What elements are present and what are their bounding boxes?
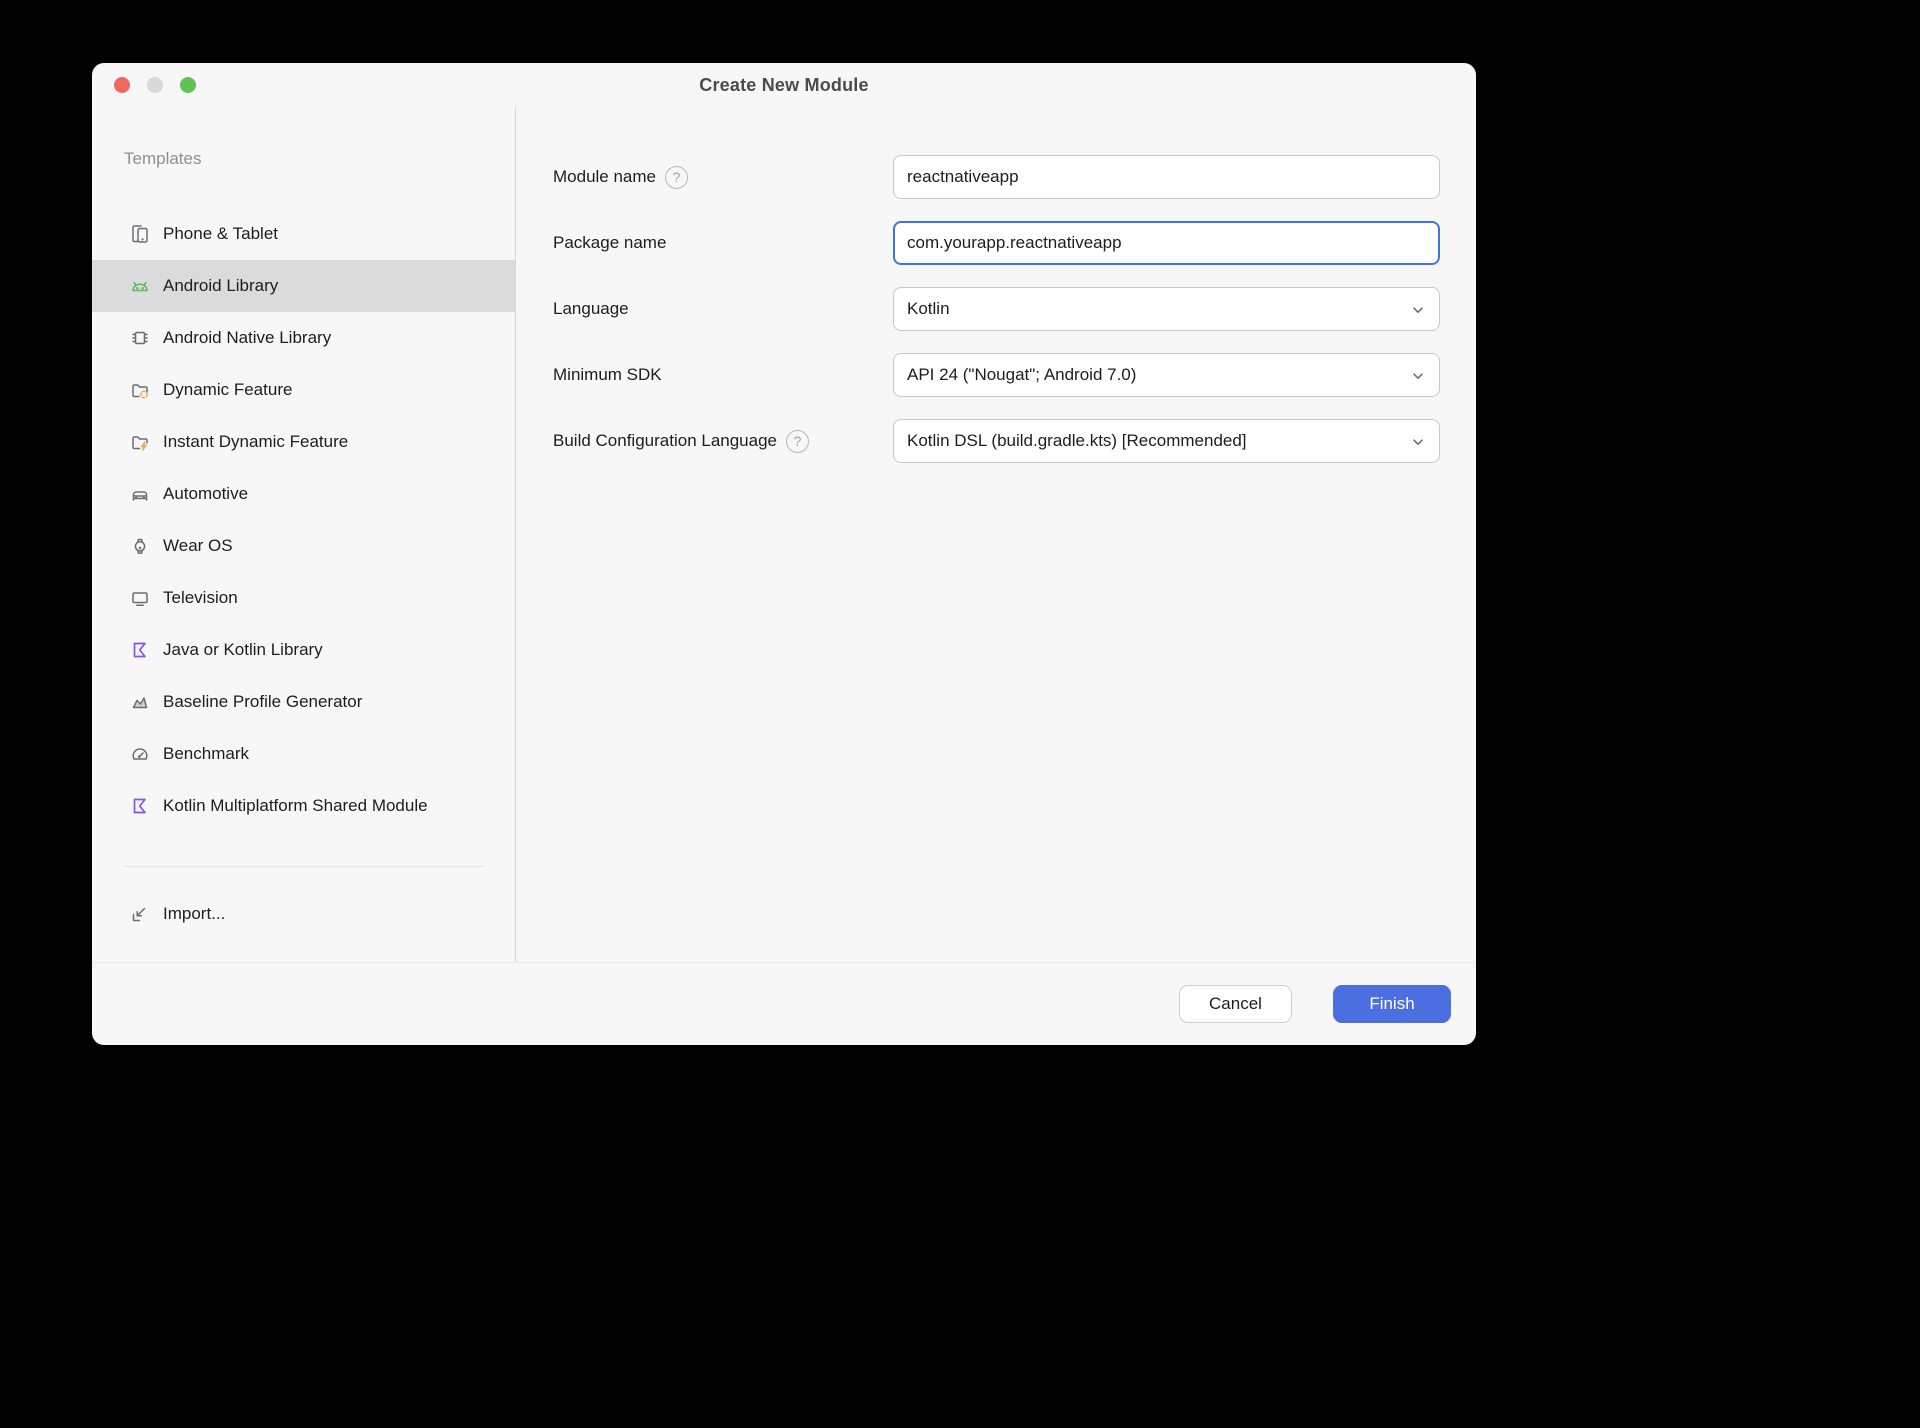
sidebar-divider (124, 866, 485, 867)
import-label: Import... (163, 904, 225, 924)
template-item-label: Java or Kotlin Library (163, 640, 323, 660)
template-item-dynamic-feature[interactable]: Dynamic Feature (92, 364, 515, 416)
kotlin-icon (130, 796, 150, 816)
module-name-input[interactable] (893, 155, 1440, 199)
template-item-label: Baseline Profile Generator (163, 692, 362, 712)
dialog-title: Create New Module (92, 63, 1476, 107)
template-item-label: Automotive (163, 484, 248, 504)
package-name-row: Package name (553, 221, 1476, 265)
folder-bolt-icon (130, 432, 150, 452)
cancel-button[interactable]: Cancel (1179, 985, 1292, 1023)
template-item-television[interactable]: Television (92, 572, 515, 624)
package-name-input[interactable] (893, 221, 1440, 265)
template-item-baseline-profile-generator[interactable]: Baseline Profile Generator (92, 676, 515, 728)
template-item-label: Benchmark (163, 744, 249, 764)
module-name-row: Module name (553, 155, 1476, 199)
title-bar: Create New Module (92, 63, 1476, 107)
folder-dashed-circle-icon (130, 380, 150, 400)
build-config-selected-value: Kotlin DSL (build.gradle.kts) [Recommend… (907, 431, 1247, 451)
build-config-language-label: Build Configuration Language (553, 431, 777, 451)
android-icon (130, 276, 150, 296)
template-item-label: Dynamic Feature (163, 380, 292, 400)
language-label: Language (553, 299, 629, 319)
template-item-label: Android Native Library (163, 328, 331, 348)
template-item-kotlin-multiplatform-shared-module[interactable]: Kotlin Multiplatform Shared Module (92, 780, 515, 832)
finish-button[interactable]: Finish (1333, 985, 1451, 1023)
template-item-benchmark[interactable]: Benchmark (92, 728, 515, 780)
car-icon (130, 484, 150, 504)
minimum-sdk-row: Minimum SDK API 24 ("Nougat"; Android 7.… (553, 353, 1476, 397)
language-selected-value: Kotlin (907, 299, 950, 319)
chevron-down-icon (1410, 434, 1426, 450)
kotlin-icon (130, 640, 150, 660)
templates-sidebar: Templates Phone & Tablet (92, 107, 516, 962)
chevron-down-icon (1410, 302, 1426, 318)
template-item-label: Phone & Tablet (163, 224, 278, 244)
chevron-down-icon (1410, 368, 1426, 384)
dialog-footer: Cancel Finish (92, 962, 1476, 1045)
template-item-wear-os[interactable]: Wear OS (92, 520, 515, 572)
module-form: Module name Package name Language Kotlin (516, 107, 1476, 962)
template-item-label: Instant Dynamic Feature (163, 432, 348, 452)
template-item-label: Wear OS (163, 536, 233, 556)
build-config-language-dropdown[interactable]: Kotlin DSL (build.gradle.kts) [Recommend… (893, 419, 1440, 463)
template-item-label: Television (163, 588, 238, 608)
phone-tablet-icon (130, 224, 150, 244)
templates-section-label: Templates (124, 149, 515, 171)
template-item-android-library[interactable]: Android Library (92, 260, 515, 312)
build-config-language-row: Build Configuration Language Kotlin DSL … (553, 419, 1476, 463)
chip-icon (130, 328, 150, 348)
template-item-label: Kotlin Multiplatform Shared Module (163, 796, 428, 816)
template-item-label: Android Library (163, 276, 278, 296)
template-item-android-native-library[interactable]: Android Native Library (92, 312, 515, 364)
template-item-java-kotlin-library[interactable]: Java or Kotlin Library (92, 624, 515, 676)
template-item-instant-dynamic-feature[interactable]: Instant Dynamic Feature (92, 416, 515, 468)
import-icon (130, 904, 150, 924)
module-name-label: Module name (553, 167, 656, 187)
gauge-icon (130, 744, 150, 764)
watch-icon (130, 536, 150, 556)
package-name-label: Package name (553, 233, 666, 253)
create-new-module-dialog: Create New Module Templates Phone & Tabl… (92, 63, 1476, 1045)
help-icon[interactable] (665, 166, 688, 189)
language-dropdown[interactable]: Kotlin (893, 287, 1440, 331)
minimum-sdk-selected-value: API 24 ("Nougat"; Android 7.0) (907, 365, 1136, 385)
language-row: Language Kotlin (553, 287, 1476, 331)
minimum-sdk-dropdown[interactable]: API 24 ("Nougat"; Android 7.0) (893, 353, 1440, 397)
import-button[interactable]: Import... (92, 892, 515, 936)
template-item-automotive[interactable]: Automotive (92, 468, 515, 520)
help-icon[interactable] (786, 430, 809, 453)
minimum-sdk-label: Minimum SDK (553, 365, 662, 385)
template-list: Phone & Tablet Android Library (92, 208, 515, 832)
template-item-phone-tablet[interactable]: Phone & Tablet (92, 208, 515, 260)
chart-icon (130, 692, 150, 712)
tv-icon (130, 588, 150, 608)
